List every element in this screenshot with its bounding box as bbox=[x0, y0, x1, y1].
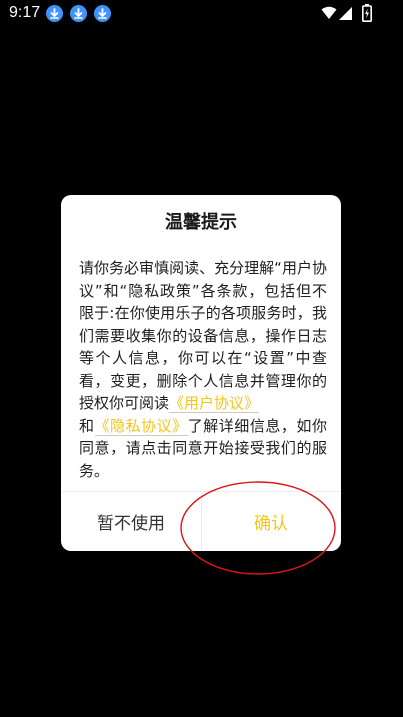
dialog-body: 请你务必审慎阅读、充分理解“用户协议”和“隐私政策”各条款，包括但不限于:在你使… bbox=[79, 257, 327, 482]
privacy-agreement-link[interactable]: 《隐私协议》 bbox=[94, 416, 188, 436]
download-icon bbox=[70, 5, 87, 22]
user-agreement-link[interactable]: 《用户协议》 bbox=[169, 394, 260, 413]
download-icon bbox=[94, 5, 111, 22]
status-time: 9:17 bbox=[9, 4, 41, 21]
screen: 9:17 温馨提示 请你务必审慎阅读、充分理解“用户协议”和“隐私政策”各条款，… bbox=[0, 0, 403, 717]
status-bar: 9:17 bbox=[0, 0, 403, 28]
signal-icon bbox=[338, 6, 353, 25]
annotation-circle bbox=[180, 481, 336, 575]
wifi-icon bbox=[321, 5, 337, 24]
body-text: 请你务必审慎阅读、充分理解“用户协议”和“隐私政策”各条款，包括但不限于:在你使… bbox=[79, 259, 327, 412]
body-text: 和 bbox=[79, 416, 95, 435]
dialog-title: 温馨提示 bbox=[165, 212, 237, 233]
battery-charging-icon bbox=[362, 4, 372, 26]
download-icon bbox=[46, 5, 63, 22]
